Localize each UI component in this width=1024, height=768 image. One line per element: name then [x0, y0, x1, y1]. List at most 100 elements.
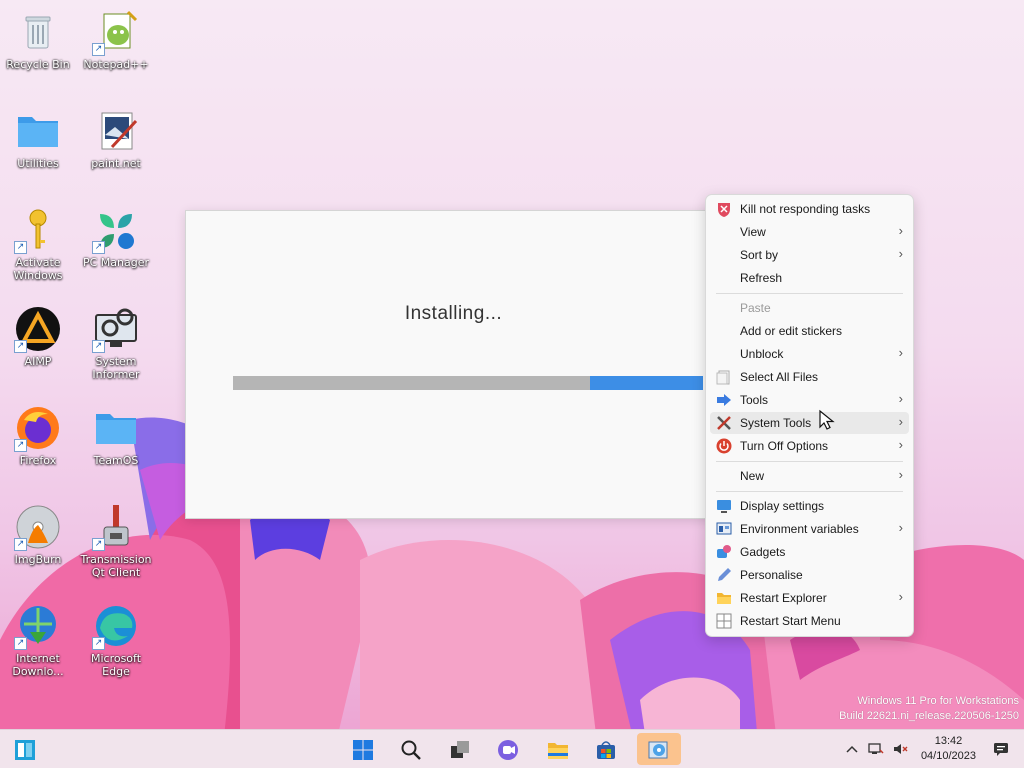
- recycle-bin-icon: [14, 8, 62, 56]
- key-icon: ↗: [14, 206, 62, 254]
- desktop-icon-imgburn[interactable]: ↗ ImgBurn: [0, 503, 76, 566]
- desktop-icon-label: PC Manager: [82, 256, 150, 269]
- mouse-cursor-icon: [819, 409, 835, 430]
- menu-item-label: Turn Off Options: [740, 439, 829, 453]
- chevron-right-icon: ›: [898, 520, 903, 535]
- chevron-up-icon[interactable]: [844, 741, 860, 757]
- volume-muted-icon[interactable]: [892, 741, 908, 757]
- start-icon: [353, 740, 373, 760]
- menu-item-environment-variables[interactable]: Environment variables ›: [710, 518, 909, 540]
- clock-date: 04/10/2023: [920, 750, 976, 762]
- menu-item-label: Sort by: [740, 248, 779, 262]
- menu-item-refresh[interactable]: Refresh: [710, 267, 909, 289]
- file-explorer-button[interactable]: [541, 733, 573, 765]
- task-view-button[interactable]: [443, 733, 475, 765]
- firefox-icon: ↗: [14, 404, 62, 452]
- edge-icon: ↗: [92, 602, 140, 650]
- aimp-icon: ↗: [14, 305, 62, 353]
- watermark-build: Build 22621.ni_release.220506-1250: [839, 710, 1019, 722]
- menu-item-unblock[interactable]: Unblock ›: [710, 343, 909, 365]
- desktop-context-menu[interactable]: Kill not responding tasks View › Sort by…: [705, 194, 914, 637]
- teams-icon: [498, 740, 518, 760]
- menu-item-label: Environment variables: [740, 522, 859, 536]
- menu-item-system-tools[interactable]: System Tools ›: [710, 412, 909, 434]
- desktop-icon-teamos[interactable]: TeamOS: [78, 404, 154, 467]
- desktop-icon-internet-download-manager[interactable]: ↗ Internet Downlo...: [0, 602, 76, 678]
- notepad-plus-icon: ↗: [92, 8, 140, 56]
- gadgets-icon: [716, 544, 732, 560]
- desktop-icon-microsoft-edge[interactable]: ↗ Microsoft Edge: [78, 602, 154, 678]
- desktop-icon-label: Recycle Bin: [6, 58, 70, 71]
- desktop-icon-label: Firefox: [19, 454, 57, 467]
- network-icon[interactable]: [868, 741, 884, 757]
- desktop-icon-pc-manager[interactable]: ↗ PC Manager: [78, 206, 154, 269]
- widgets-icon: [15, 740, 35, 760]
- menu-item-select-all-files[interactable]: Select All Files: [710, 366, 909, 388]
- desktop-icon-label: Activate Windows: [13, 256, 63, 282]
- desktop-icon-utilities[interactable]: Utilities: [0, 107, 76, 170]
- desktop-icon-activate-windows[interactable]: ↗ Activate Windows: [0, 206, 76, 282]
- desktop-icon-label: Utilities: [17, 157, 59, 170]
- shortcut-arrow-icon: ↗: [14, 637, 27, 650]
- shortcut-arrow-icon: ↗: [92, 538, 105, 551]
- installer-progress-fill: [590, 376, 703, 390]
- desktop-icon-system-informer[interactable]: ↗ System Informer: [78, 305, 154, 381]
- widgets-button[interactable]: [8, 733, 40, 765]
- menu-item-display-settings[interactable]: Display settings: [710, 495, 909, 517]
- installer-taskbar-button[interactable]: [637, 733, 681, 765]
- menu-item-label: System Tools: [740, 416, 812, 430]
- menu-item-restart-start-menu[interactable]: Restart Start Menu: [710, 610, 909, 632]
- desktop-icon-label: System Informer: [92, 355, 140, 381]
- menu-item-sort-by[interactable]: Sort by ›: [710, 244, 909, 266]
- notifications-icon[interactable]: [993, 741, 1009, 757]
- menu-item-personalise[interactable]: Personalise: [710, 564, 909, 586]
- shortcut-arrow-icon: ↗: [14, 439, 27, 452]
- store-button[interactable]: [589, 733, 621, 765]
- pencil-icon: [716, 567, 732, 583]
- menu-item-paste: Paste: [710, 297, 909, 319]
- menu-item-gadgets[interactable]: Gadgets: [710, 541, 909, 563]
- environment-variables-icon: [716, 521, 732, 537]
- menu-item-kill-not-responding[interactable]: Kill not responding tasks: [710, 198, 909, 220]
- menu-item-restart-explorer[interactable]: Restart Explorer ›: [710, 587, 909, 609]
- menu-item-label: New: [740, 469, 765, 483]
- power-icon: [716, 438, 732, 454]
- clock-time: 13:42: [934, 735, 963, 747]
- menu-item-label: Tools: [740, 393, 769, 407]
- chevron-right-icon: ›: [898, 589, 903, 604]
- start-button[interactable]: [346, 733, 378, 765]
- desktop-icon-recycle-bin[interactable]: Recycle Bin: [0, 8, 76, 71]
- imgburn-icon: ↗: [14, 503, 62, 551]
- menu-item-new[interactable]: New ›: [710, 465, 909, 487]
- select-files-icon: [716, 369, 732, 385]
- task-view-icon: [451, 741, 469, 758]
- desktop-icon-paintnet[interactable]: paint.net: [78, 107, 154, 170]
- teams-button[interactable]: [491, 733, 523, 765]
- folder-icon: [14, 107, 62, 155]
- chevron-right-icon: ›: [898, 391, 903, 406]
- menu-item-label: Paste: [740, 301, 771, 315]
- menu-item-label: View: [740, 225, 766, 239]
- system-tools-icon: [716, 415, 732, 431]
- desktop-icon-aimp[interactable]: ↗ AIMP: [0, 305, 76, 368]
- menu-item-view[interactable]: View ›: [710, 221, 909, 243]
- menu-item-turn-off-options[interactable]: Turn Off Options ›: [710, 435, 909, 457]
- chevron-right-icon: ›: [898, 414, 903, 429]
- menu-item-add-edit-stickers[interactable]: Add or edit stickers: [710, 320, 909, 342]
- menu-item-label: Restart Explorer: [740, 591, 827, 605]
- installer-window[interactable]: Installing...: [185, 210, 722, 519]
- desktop-icon-label: Transmission Qt Client: [80, 553, 152, 579]
- taskbar-clock[interactable]: 13:42 04/10/2023: [921, 734, 976, 764]
- shortcut-arrow-icon: ↗: [92, 637, 105, 650]
- desktop-icon-firefox[interactable]: ↗ Firefox: [0, 404, 76, 467]
- menu-separator: [716, 491, 903, 492]
- menu-item-label: Gadgets: [740, 545, 786, 559]
- menu-item-tools[interactable]: Tools ›: [710, 389, 909, 411]
- shield-kill-icon: [716, 201, 732, 217]
- desktop-icon-notepad-plus[interactable]: ↗ Notepad++: [78, 8, 154, 71]
- menu-item-label: Display settings: [740, 499, 825, 513]
- windows-build-watermark: Windows 11 Pro for Workstations Build 22…: [839, 694, 1019, 724]
- transmission-icon: ↗: [92, 503, 140, 551]
- search-button[interactable]: [394, 733, 426, 765]
- desktop-icon-transmission[interactable]: ↗ Transmission Qt Client: [78, 503, 154, 579]
